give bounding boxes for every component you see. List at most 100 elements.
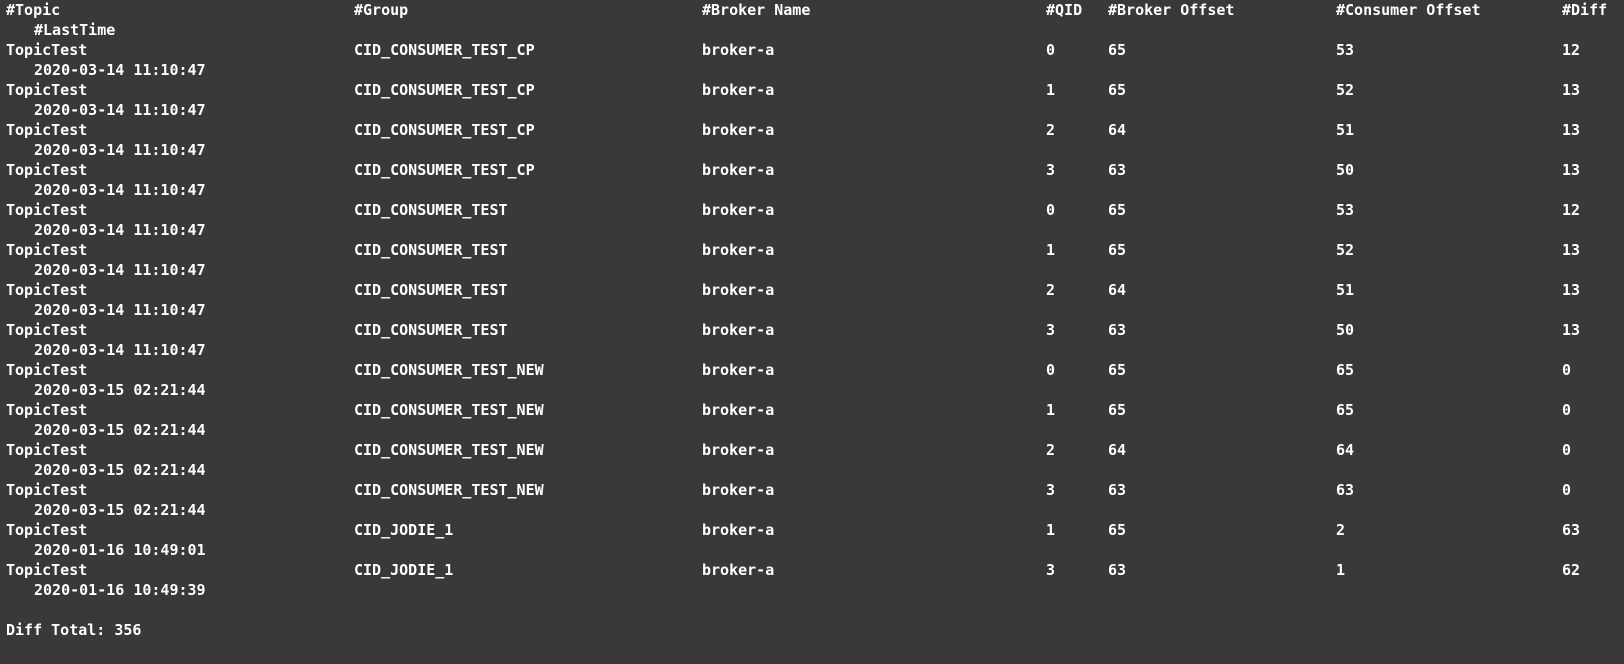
row-topic: TopicTest xyxy=(6,241,88,259)
row-consumer-offset: 63 xyxy=(1336,481,1355,499)
row-topic: TopicTest xyxy=(6,321,88,339)
table-row: TopicTest CID_CONSUMER_TEST_NEW broker-a 3 6… xyxy=(6,480,1624,500)
table-row: TopicTest CID_CONSUMER_TEST_CP broker-a 1 65… xyxy=(6,80,1624,100)
header-row: #Topic #Group #Broker Name #QID #Broker … xyxy=(6,0,1624,20)
row-topic: TopicTest xyxy=(6,361,88,379)
table-row-wrap: 2020-03-15 02:21:44 xyxy=(6,460,1624,480)
row-broker-offset: 63 xyxy=(1108,561,1127,579)
row-group: CID_CONSUMER_TEST xyxy=(354,281,508,299)
row-broker-name: broker-a xyxy=(702,161,775,179)
row-group: CID_CONSUMER_TEST xyxy=(354,321,508,339)
row-broker-name: broker-a xyxy=(702,441,775,459)
row-qid: 1 xyxy=(1046,521,1056,539)
row-broker-name: broker-a xyxy=(702,481,775,499)
row-qid: 3 xyxy=(1046,161,1056,179)
row-last-time: 2020-03-14 11:10:47 xyxy=(34,181,206,199)
row-broker-name: broker-a xyxy=(702,281,775,299)
row-broker-name: broker-a xyxy=(702,361,775,379)
table-row: TopicTest CID_JODIE_1 broker-a 3 63 1 62 xyxy=(6,560,1624,580)
row-group: CID_CONSUMER_TEST_CP xyxy=(354,121,535,139)
row-topic: TopicTest xyxy=(6,281,88,299)
header-row-wrap: #LastTime xyxy=(6,20,1624,40)
row-group: CID_JODIE_1 xyxy=(354,561,454,579)
table-row-wrap: 2020-03-15 02:21:44 xyxy=(6,420,1624,440)
row-group: CID_JODIE_1 xyxy=(354,521,454,539)
row-broker-name: broker-a xyxy=(702,81,775,99)
table-row-wrap: 2020-03-14 11:10:47 xyxy=(6,100,1624,120)
table-row: TopicTest CID_CONSUMER_TEST_NEW broker-a 0 6… xyxy=(6,360,1624,380)
row-diff: 13 xyxy=(1562,81,1581,99)
row-group: CID_CONSUMER_TEST_NEW xyxy=(354,441,544,459)
row-group: CID_CONSUMER_TEST_CP xyxy=(354,161,535,179)
row-diff: 0 xyxy=(1562,481,1572,499)
row-topic: TopicTest xyxy=(6,121,88,139)
row-diff: 12 xyxy=(1562,201,1581,219)
row-last-time: 2020-01-16 10:49:39 xyxy=(34,581,206,599)
table-row-wrap: 2020-03-14 11:10:47 xyxy=(6,340,1624,360)
row-qid: 2 xyxy=(1046,121,1056,139)
row-consumer-offset: 50 xyxy=(1336,321,1355,339)
table-row-wrap: 2020-03-15 02:21:44 xyxy=(6,500,1624,520)
row-qid: 3 xyxy=(1046,321,1056,339)
row-last-time: 2020-03-14 11:10:47 xyxy=(34,61,206,79)
row-group: CID_CONSUMER_TEST xyxy=(354,201,508,219)
row-consumer-offset: 65 xyxy=(1336,361,1355,379)
row-broker-name: broker-a xyxy=(702,401,775,419)
row-broker-offset: 63 xyxy=(1108,481,1127,499)
row-last-time: 2020-03-15 02:21:44 xyxy=(34,501,206,519)
header-consumer-offset: #Consumer Offset xyxy=(1336,1,1481,19)
row-consumer-offset: 50 xyxy=(1336,161,1355,179)
row-topic: TopicTest xyxy=(6,521,88,539)
terminal-window[interactable]: #Topic #Group #Broker Name #QID #Broker … xyxy=(0,0,1624,664)
row-broker-offset: 64 xyxy=(1108,441,1127,459)
row-last-time: 2020-03-14 11:10:47 xyxy=(34,221,206,239)
row-group: CID_CONSUMER_TEST_NEW xyxy=(354,401,544,419)
row-topic: TopicTest xyxy=(6,481,88,499)
table-row-wrap: 2020-03-15 02:21:44 xyxy=(6,380,1624,400)
row-qid: 0 xyxy=(1046,361,1056,379)
row-broker-offset: 65 xyxy=(1108,81,1127,99)
row-diff: 13 xyxy=(1562,161,1581,179)
row-last-time: 2020-03-15 02:21:44 xyxy=(34,461,206,479)
row-group: CID_CONSUMER_TEST_NEW xyxy=(354,481,544,499)
diff-total-line: Diff Total: 356 xyxy=(6,620,1624,640)
row-broker-offset: 65 xyxy=(1108,201,1127,219)
row-qid: 3 xyxy=(1046,561,1056,579)
table-row: TopicTest CID_CONSUMER_TEST broker-a 0 65 53 1… xyxy=(6,200,1624,220)
row-last-time: 2020-03-14 11:10:47 xyxy=(34,141,206,159)
row-diff: 63 xyxy=(1562,521,1581,539)
table-row: TopicTest CID_CONSUMER_TEST_CP broker-a 0 65… xyxy=(6,40,1624,60)
row-group: CID_CONSUMER_TEST_CP xyxy=(354,41,535,59)
header-topic: #Topic xyxy=(6,1,61,19)
table-row: TopicTest CID_CONSUMER_TEST_NEW broker-a 1 6… xyxy=(6,400,1624,420)
header-group: #Group xyxy=(354,1,409,19)
header-diff: #Diff xyxy=(1562,1,1608,19)
diff-total: Diff Total: 356 xyxy=(6,621,142,639)
row-broker-name: broker-a xyxy=(702,41,775,59)
row-group: CID_CONSUMER_TEST_NEW xyxy=(354,361,544,379)
row-qid: 2 xyxy=(1046,441,1056,459)
row-qid: 1 xyxy=(1046,401,1056,419)
table-row-wrap: 2020-03-14 11:10:47 xyxy=(6,180,1624,200)
table-row: TopicTest CID_CONSUMER_TEST_NEW broker-a 2 6… xyxy=(6,440,1624,460)
row-topic: TopicTest xyxy=(6,401,88,419)
row-broker-offset: 63 xyxy=(1108,161,1127,179)
row-qid: 0 xyxy=(1046,41,1056,59)
table-row: TopicTest CID_CONSUMER_TEST broker-a 3 63 50 1… xyxy=(6,320,1624,340)
row-diff: 13 xyxy=(1562,321,1581,339)
row-consumer-offset: 52 xyxy=(1336,241,1355,259)
row-topic: TopicTest xyxy=(6,41,88,59)
table-row: TopicTest CID_CONSUMER_TEST_CP broker-a 3 63… xyxy=(6,160,1624,180)
row-consumer-offset: 53 xyxy=(1336,41,1355,59)
row-broker-offset: 64 xyxy=(1108,121,1127,139)
row-last-time: 2020-03-15 02:21:44 xyxy=(34,421,206,439)
row-diff: 12 xyxy=(1562,41,1581,59)
row-broker-name: broker-a xyxy=(702,521,775,539)
row-broker-name: broker-a xyxy=(702,241,775,259)
row-broker-offset: 65 xyxy=(1108,41,1127,59)
row-qid: 3 xyxy=(1046,481,1056,499)
row-broker-offset: 65 xyxy=(1108,521,1127,539)
header-qid: #QID xyxy=(1046,1,1083,19)
row-consumer-offset: 65 xyxy=(1336,401,1355,419)
